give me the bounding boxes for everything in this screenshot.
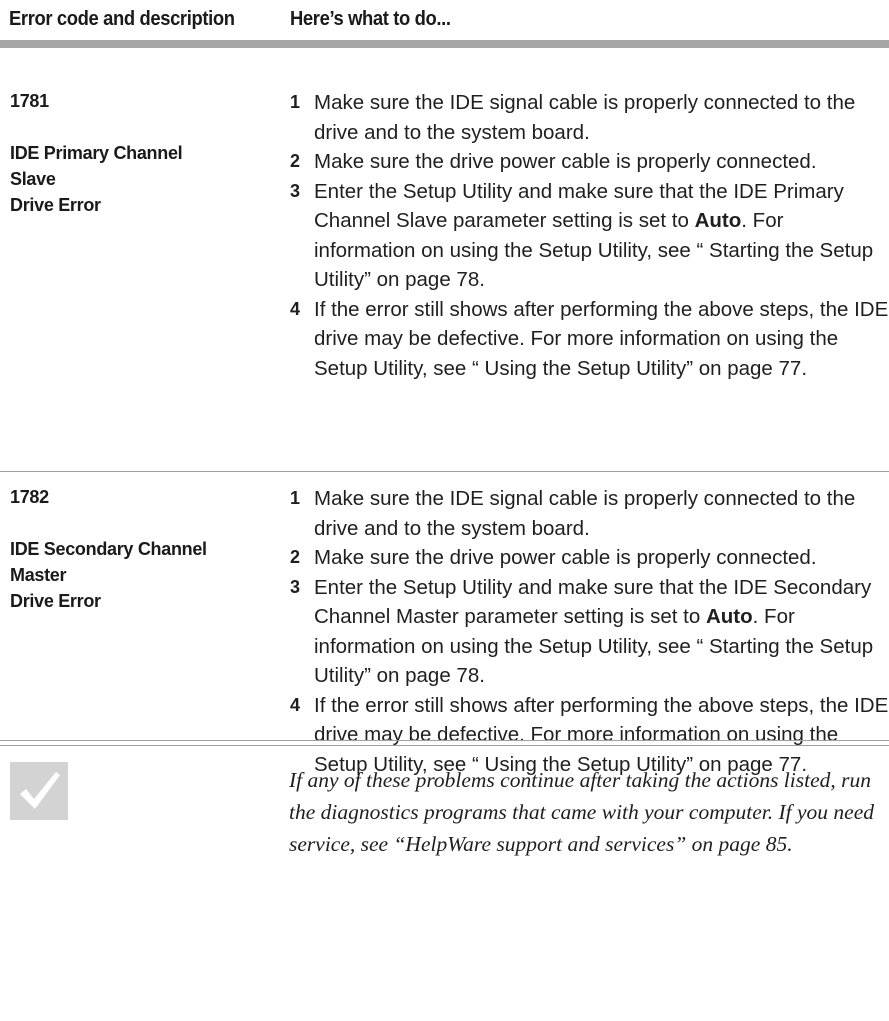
step-text: Make sure the IDE signal cable is proper… <box>314 91 856 144</box>
error-description-line: Drive Error <box>10 195 101 215</box>
error-code: 1781 <box>10 91 49 111</box>
step-number: 3 <box>290 576 301 597</box>
step-number: 3 <box>290 180 301 201</box>
step-item: 3 Enter the Setup Utility and make sure t… <box>290 573 889 691</box>
step-item: 2 Make sure the drive power cable is prop… <box>290 543 889 573</box>
header-rule <box>0 40 889 48</box>
setting-value-auto: Auto <box>705 605 753 628</box>
row-divider <box>0 745 889 746</box>
step-item: 3 Enter the Setup Utility and make sure t… <box>290 177 889 295</box>
error-description-line: Slave <box>10 169 56 189</box>
step-number: 2 <box>290 151 301 171</box>
step-list: 1 Make sure the IDE signal cable is prope… <box>290 484 889 779</box>
step-item: 2 Make sure the drive power cable is prop… <box>290 147 889 177</box>
error-description: IDE Secondary Channel Master Drive Error <box>10 536 270 614</box>
checkmark-icon-graphic <box>20 772 60 809</box>
step-item: 1 Make sure the IDE signal cable is prope… <box>290 88 889 147</box>
step-number: 2 <box>290 547 301 567</box>
note-text: If any of these problems continue after … <box>289 768 875 856</box>
step-item: 1 Make sure the IDE signal cable is prope… <box>290 484 889 543</box>
step-text: Make sure the drive power cable is prope… <box>314 546 817 569</box>
error-code: 1782 <box>10 487 49 507</box>
column-header-what-to-do: Here’s what to do... <box>290 8 451 30</box>
error-description-line: IDE Secondary Channel <box>10 539 207 559</box>
row-divider <box>0 471 889 472</box>
step-number: 1 <box>290 488 301 508</box>
column-header-error-code: Error code and description <box>9 8 235 30</box>
note-divider <box>0 740 889 741</box>
error-description-line: Master <box>10 565 67 585</box>
step-number: 1 <box>290 92 301 112</box>
troubleshooting-page: Error code and description Here’s what t… <box>0 0 889 1021</box>
checkmark-icon <box>10 762 68 820</box>
step-number: 4 <box>290 298 301 319</box>
step-list: 1 Make sure the IDE signal cable is prope… <box>290 88 889 383</box>
error-description-line: IDE Primary Channel <box>10 143 183 163</box>
error-code-cell: 1782 IDE Secondary Channel Master Drive … <box>10 484 270 614</box>
error-description: IDE Primary Channel Slave Drive Error <box>10 140 270 218</box>
step-text: Make sure the IDE signal cable is proper… <box>314 487 856 540</box>
setting-value-auto: Auto <box>694 209 742 232</box>
step-text: Make sure the drive power cable is prope… <box>314 150 817 173</box>
error-code-cell: 1781 IDE Primary Channel Slave Drive Err… <box>10 88 270 218</box>
error-description-line: Drive Error <box>10 591 101 611</box>
step-text: If the error still shows after performin… <box>314 297 889 380</box>
step-number: 4 <box>290 694 301 715</box>
step-item: 4 If the error still shows after performi… <box>290 295 889 384</box>
